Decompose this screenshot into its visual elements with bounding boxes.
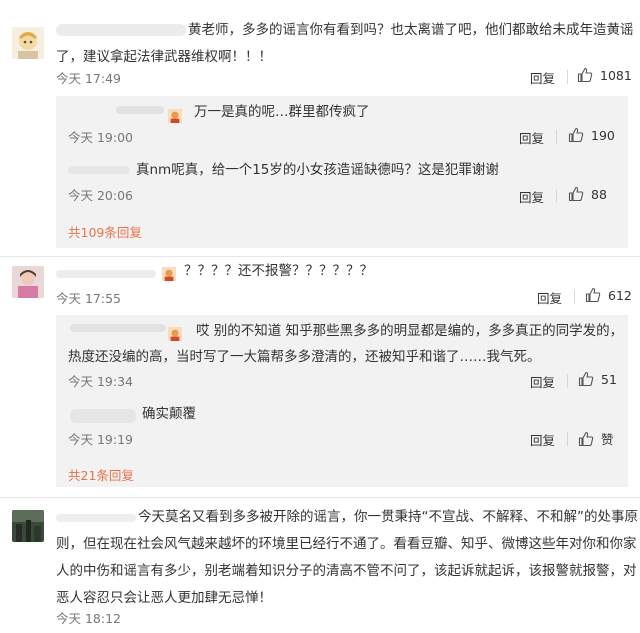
divider [567,374,568,388]
blurred-username [116,106,164,114]
blurred-username [56,514,136,522]
blurred-username [70,324,166,332]
like-count: 赞 [601,432,614,447]
reply-button[interactable]: 回复 [530,430,555,449]
blurred-username [68,166,130,174]
comment-text-line-2: 则，但在现在社会风气越来越坏的环境里已经行不通了。看看豆瓣、知乎、微博这些年对你… [56,536,637,552]
divider [556,130,557,144]
comment-text-line-2: 了，建议拿起法律武器维权啊！！！ [56,49,272,65]
like-button[interactable]: 612 [585,287,632,303]
like-button[interactable]: 赞 [578,429,614,448]
like-count: 1081 [600,67,632,83]
avatar[interactable] [12,266,44,298]
reply-button[interactable]: 回复 [519,128,544,147]
reply-button[interactable]: 回复 [530,372,555,391]
blurred-username [56,24,186,36]
timestamp: 今天 19:34 [68,374,133,389]
reply-text-line-2: 热度还没编的高，当时写了一大篇帮多多澄清的，还被知乎和谐了……我气死。 [68,349,541,365]
more-replies-link[interactable]: 共21条回复 [68,465,134,484]
reply-panel: 哎 别的不知道 知乎那些黑多多的明显都是编的，多多真正的同学发的， 热度还没编的… [56,315,628,487]
divider [574,290,575,304]
divider [567,70,568,84]
thumbs-up-icon [578,371,594,387]
reply-button[interactable]: 回复 [530,68,555,87]
timestamp: 今天 19:00 [68,130,133,145]
comment-text-line-1: 今天莫名又看到多多被开除的谣言，你一贯秉持“不宣战、不解释、不和解”的处事原 [138,509,638,525]
reply-button[interactable]: 回复 [537,288,562,307]
thumbs-up-icon [578,431,594,447]
reply-text: 确实颠覆 [142,406,196,422]
avatar[interactable] [12,27,44,59]
comment-divider [0,256,640,257]
like-count: 612 [608,287,632,303]
timestamp: 今天 19:19 [68,432,133,447]
small-avatar [162,264,182,283]
like-button[interactable]: 88 [568,186,607,202]
timestamp: 今天 20:06 [68,188,133,203]
like-count: 190 [591,127,615,143]
comment-text-line-3: 人的中伤和谣言有多少，别老端着知识分子的清高不管不问了，该起诉就起诉，该报警就报… [56,563,637,579]
divider [567,432,568,446]
reply-panel: 万一是真的呢…群里都传疯了 今天 19:00 回复 190 真nm呢真，给一个1… [56,96,628,248]
timestamp: 今天 18:12 [56,611,121,626]
reply-text: 万一是真的呢…群里都传疯了 [194,104,370,120]
timestamp: 今天 17:55 [56,291,121,306]
reply-text: 真nm呢真，给一个15岁的小女孩造谣缺德吗？这是犯罪谢谢 [136,162,499,178]
reply-text-line-1: 哎 别的不知道 知乎那些黑多多的明显都是编的，多多真正的同学发的， [196,323,624,339]
avatar[interactable] [12,510,44,542]
thumbs-up-icon [568,186,584,202]
more-replies-link[interactable]: 共109条回复 [68,222,142,241]
like-count: 88 [591,186,607,202]
like-button[interactable]: 190 [568,127,615,143]
comment-text: ？？？？还不报警？？？？？？ [184,263,373,279]
thumbs-up-icon [585,287,601,303]
thumbs-up-icon [568,127,584,143]
like-button[interactable]: 1081 [577,67,632,83]
blurred-username [56,270,156,278]
comment-text-line-1: 黄老师，多多的谣言你有看到吗？也太离谱了吧，他们都敢给未成年造黄谣 [188,22,634,38]
like-button[interactable]: 51 [578,371,617,387]
divider [556,189,557,203]
blurred-username [70,409,136,423]
reply-button[interactable]: 回复 [519,187,544,206]
small-avatar [168,324,188,343]
small-avatar [168,106,188,125]
comment-divider [0,497,640,498]
like-count: 51 [601,371,617,387]
timestamp: 今天 17:49 [56,71,121,86]
thumbs-up-icon [577,67,593,83]
